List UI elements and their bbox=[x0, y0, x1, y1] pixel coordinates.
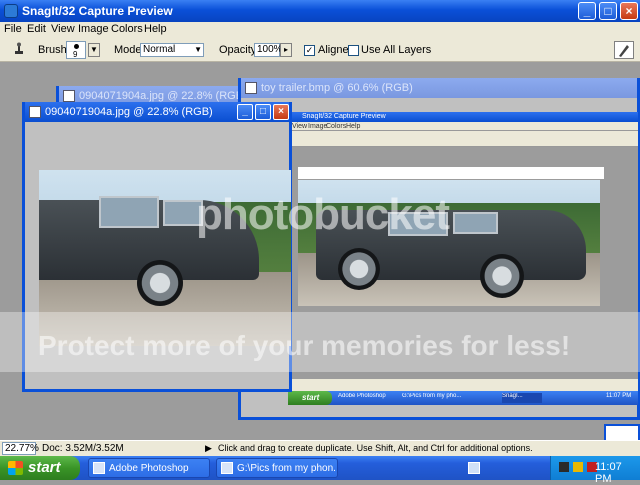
maximize-button[interactable]: □ bbox=[599, 2, 617, 20]
car-wheel bbox=[480, 254, 524, 298]
brush-tip-icon bbox=[74, 44, 79, 49]
taskbar: start Adobe Photoshop G:\Pics from my ph… bbox=[0, 456, 640, 485]
windows-flag-icon bbox=[8, 461, 23, 475]
task-photoshop[interactable]: Adobe Photoshop bbox=[88, 458, 210, 478]
nested-menu-view: View bbox=[292, 123, 308, 130]
start-button[interactable]: start bbox=[0, 456, 80, 480]
nested-clock: 11:07 PM bbox=[606, 393, 632, 399]
doc-maximize-button[interactable]: □ bbox=[255, 104, 271, 120]
nested-menu-help: Help bbox=[346, 123, 361, 130]
menu-colors[interactable]: Colors bbox=[111, 23, 143, 35]
watermark-brand: photobucket bbox=[196, 190, 450, 239]
use-all-layers-checkbox[interactable] bbox=[348, 45, 359, 56]
clone-stamp-icon[interactable] bbox=[12, 42, 26, 56]
car-wheel bbox=[338, 248, 380, 290]
car-photo-title: 0904071904a.jpg @ 22.8% (RGB) bbox=[45, 106, 213, 118]
menu-view[interactable]: View bbox=[51, 23, 75, 35]
nested-task-photoshop: Adobe Photoshop bbox=[338, 393, 386, 399]
task-explorer[interactable]: G:\Pics from my phon... bbox=[216, 458, 338, 478]
opacity-input[interactable]: 100% bbox=[254, 43, 283, 57]
document-icon bbox=[245, 82, 257, 94]
brush-preview[interactable]: 9 bbox=[66, 41, 86, 59]
menu-edit[interactable]: Edit bbox=[27, 23, 46, 35]
quick-launch-icon[interactable] bbox=[468, 462, 480, 474]
app-title-bar[interactable]: SnagIt/32 Capture Preview _ □ × bbox=[0, 0, 640, 22]
aligned-checkbox[interactable]: ✓ bbox=[304, 45, 315, 56]
doc-size: Doc: 3.52M/3.52M bbox=[42, 443, 124, 454]
car-wheel bbox=[137, 260, 183, 306]
zoom-field[interactable]: 22.77% bbox=[2, 442, 39, 455]
car-window bbox=[99, 196, 159, 228]
use-all-layers-label: Use All Layers bbox=[361, 44, 432, 56]
options-bar: Brush: 9 ▼ Mode: Normal ▼ Opacity: 100% … bbox=[0, 38, 640, 62]
nested-menu-colors: Colors bbox=[326, 123, 347, 130]
menu-file[interactable]: File bbox=[4, 23, 22, 35]
car-photo-title-bar[interactable]: 0904071904a.jpg @ 22.8% (RGB) _ □ × bbox=[25, 102, 289, 122]
menu-bar: File Edit View Image Colors Help bbox=[0, 22, 640, 38]
tray-icon[interactable] bbox=[573, 462, 583, 472]
watermark-slogan: Protect more of your memories for less! bbox=[38, 330, 571, 361]
nested-doc-title-strip bbox=[298, 167, 604, 179]
menu-help[interactable]: Help bbox=[144, 23, 167, 35]
mode-value: Normal bbox=[143, 44, 176, 55]
task-photoshop-label: Adobe Photoshop bbox=[109, 463, 189, 474]
nested-menu-bar: View Image Colors Help bbox=[288, 122, 638, 131]
mode-select[interactable]: Normal ▼ bbox=[140, 43, 204, 57]
nested-start-button: start bbox=[288, 391, 332, 405]
toy-trailer-title-bar[interactable]: toy trailer.bmp @ 60.6% (RGB) bbox=[241, 78, 637, 98]
snagit-icon bbox=[4, 4, 18, 18]
toy-trailer-title: toy trailer.bmp @ 60.6% (RGB) bbox=[261, 82, 413, 94]
menu-image[interactable]: Image bbox=[78, 23, 109, 35]
document-icon bbox=[63, 90, 75, 102]
nested-options-bar bbox=[288, 131, 638, 147]
tool-preset-icon[interactable] bbox=[614, 41, 634, 59]
doc-close-button[interactable]: × bbox=[273, 104, 289, 120]
system-tray: 11:07 PM bbox=[550, 456, 640, 485]
nested-task-explorer: G:\Pics from my pho... bbox=[402, 393, 462, 399]
nested-task-snagit: SnagI... bbox=[502, 393, 542, 403]
doc-window-back-title: 0904071904a.jpg @ 22.8% (RGB) bbox=[79, 90, 247, 102]
status-bar: 22.77% Doc: 3.52M/3.52M ▶ Click and drag… bbox=[0, 440, 640, 456]
nested-taskbar: start Adobe Photoshop G:\Pics from my ph… bbox=[288, 391, 638, 405]
nested-title-bar: SnagIt/32 Capture Preview bbox=[288, 112, 638, 122]
nested-status-bar bbox=[288, 379, 638, 391]
brush-size: 9 bbox=[73, 50, 78, 59]
folder-icon bbox=[221, 462, 233, 474]
close-button[interactable]: × bbox=[620, 2, 638, 20]
opacity-slider-icon[interactable]: ▸ bbox=[280, 43, 292, 57]
tray-icon[interactable] bbox=[559, 462, 569, 472]
chevron-down-icon: ▼ bbox=[194, 45, 202, 54]
car-window bbox=[453, 212, 498, 234]
nested-menu-image: Image bbox=[308, 123, 328, 130]
nested-title: SnagIt/32 Capture Preview bbox=[302, 113, 386, 120]
photoshop-icon bbox=[93, 462, 105, 474]
task-explorer-label: G:\Pics from my phon... bbox=[237, 463, 335, 474]
clock[interactable]: 11:07 PM bbox=[595, 461, 640, 485]
brush-picker-icon[interactable]: ▼ bbox=[88, 43, 100, 57]
status-arrow-icon[interactable]: ▶ bbox=[205, 443, 212, 454]
status-hint: Click and drag to create duplicate. Use … bbox=[218, 443, 533, 453]
document-icon bbox=[29, 106, 41, 118]
start-label: start bbox=[28, 459, 61, 476]
app-title: SnagIt/32 Capture Preview bbox=[22, 4, 173, 18]
minimize-button[interactable]: _ bbox=[578, 2, 596, 20]
doc-minimize-button[interactable]: _ bbox=[237, 104, 253, 120]
